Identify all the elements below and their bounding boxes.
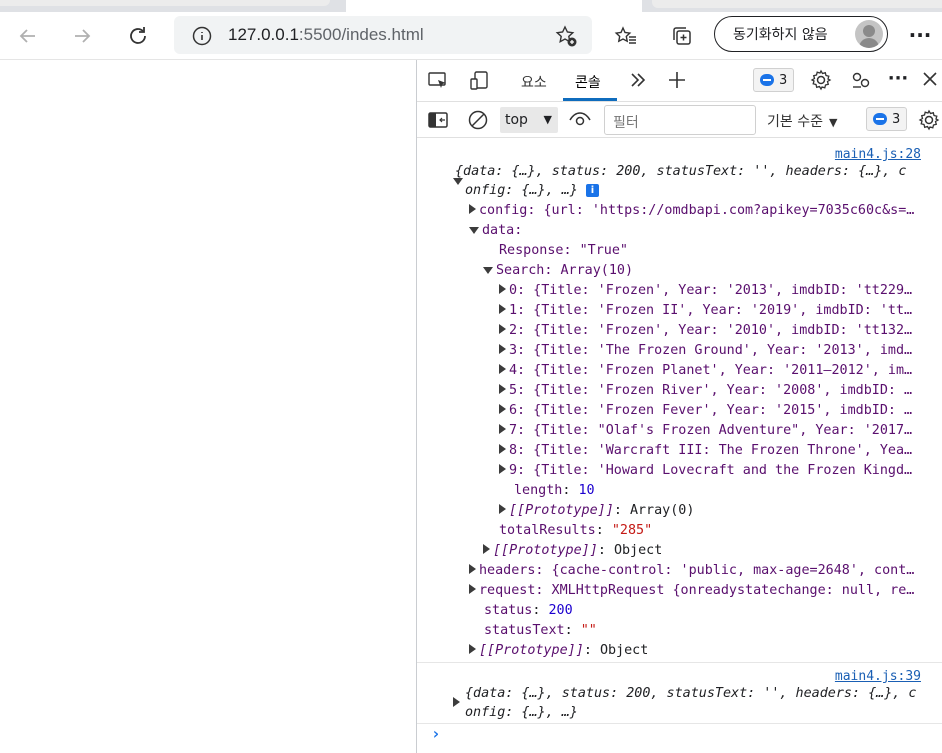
list-item[interactable]: 4: {Title: 'Frozen Planet', Year: '2011–… — [499, 361, 942, 381]
list-item[interactable]: 2: {Title: 'Frozen', Year: '2010', imdbI… — [499, 321, 942, 341]
info-icon[interactable] — [192, 26, 212, 50]
list-item[interactable]: 3: {Title: 'The Frozen Ground', Year: '2… — [499, 341, 942, 361]
expand-arrow-icon — [499, 304, 506, 314]
tree-row-search[interactable]: Search: Array(10) — [483, 261, 942, 281]
chevron-down-icon: ▼ — [828, 116, 838, 129]
refresh-icon[interactable] — [122, 20, 154, 52]
tab-elements[interactable]: 요소 — [521, 72, 547, 92]
close-devtools-icon[interactable] — [921, 70, 939, 88]
issues-count-badge[interactable]: 3 — [866, 107, 908, 131]
list-item[interactable]: 5: {Title: 'Frozen River', Year: '2008',… — [499, 381, 942, 401]
devtools-tabbar: 요소 콘솔 3 ··· — [417, 60, 942, 102]
forward-icon[interactable] — [66, 20, 98, 52]
log-separator — [417, 723, 942, 724]
back-icon[interactable] — [12, 20, 44, 52]
add-favorite-icon[interactable] — [554, 24, 578, 52]
clear-console-icon[interactable] — [467, 109, 489, 131]
live-expression-eye-icon[interactable] — [568, 109, 592, 131]
devtools-panel: 요소 콘솔 3 ··· top ▼ 필터 기본 수준 ▼ 3 main4.js:… — [416, 60, 942, 753]
tab-console[interactable]: 콘솔 — [575, 72, 601, 92]
console-prompt[interactable]: › — [431, 724, 441, 744]
log-summary[interactable]: onfig: {…}, …} — [465, 703, 942, 723]
tree-row-length: length: 10 — [514, 483, 595, 498]
more-options-icon[interactable]: ··· — [908, 20, 932, 50]
log-separator — [417, 662, 942, 663]
console-toolbar: top ▼ 필터 기본 수준 ▼ 3 — [417, 102, 942, 138]
expand-arrow-icon — [499, 464, 506, 474]
expand-arrow-icon — [469, 584, 476, 594]
inspect-element-icon[interactable] — [427, 70, 449, 92]
info-icon: i — [585, 184, 599, 197]
expand-arrow-icon — [469, 204, 476, 214]
log-summary[interactable]: onfig: {…}, …} i — [465, 181, 942, 201]
tree-row-config[interactable]: config: {url: 'https://omdbapi.com?apike… — [469, 201, 942, 221]
favorites-icon[interactable] — [610, 20, 642, 52]
profile-sync-button[interactable]: 동기화하지 않음 — [714, 16, 888, 52]
browser-toolbar: 127.0.0.1:5500/indes.html 동기화하지 않음 ··· — [0, 12, 942, 60]
tree-row-response: Response: "True" — [499, 243, 628, 258]
address-bar[interactable]: 127.0.0.1:5500/indes.html — [174, 16, 592, 54]
expand-arrow-icon — [483, 267, 493, 274]
filter-input[interactable]: 필터 — [604, 105, 756, 135]
browser-tab-inactive[interactable] — [0, 0, 330, 6]
tree-row-total-results: totalResults: "285" — [499, 523, 653, 538]
expand-arrow-icon — [469, 564, 476, 574]
expand-arrow-icon — [499, 364, 506, 374]
tree-row-prototype[interactable]: [[Prototype]]: Object — [469, 641, 942, 661]
active-tab-indicator — [563, 98, 617, 101]
console-settings-gear-icon[interactable] — [918, 109, 940, 131]
tree-row-prototype[interactable]: [[Prototype]]: Object — [483, 541, 942, 561]
tree-row-headers[interactable]: headers: {cache-control: 'public, max-ag… — [469, 561, 942, 581]
message-icon — [760, 74, 774, 86]
devtools-more-icon[interactable]: ··· — [887, 68, 909, 89]
browser-tab-active[interactable] — [346, 0, 642, 12]
browser-tab-inactive[interactable] — [652, 0, 942, 8]
list-item[interactable]: 8: {Title: 'Warcraft III: The Frozen Thr… — [499, 441, 942, 461]
more-tabs-icon[interactable] — [629, 71, 647, 89]
log-summary[interactable]: {data: {…}, status: 200, statusText: '',… — [465, 684, 942, 704]
expand-arrow-icon — [483, 544, 490, 554]
connect-icon[interactable] — [850, 69, 872, 91]
tree-row-prototype[interactable]: [[Prototype]]: Array(0) — [499, 501, 942, 521]
context-selector[interactable]: top ▼ — [500, 107, 558, 133]
list-item[interactable]: 6: {Title: 'Frozen Fever', Year: '2015',… — [499, 401, 942, 421]
expand-arrow-icon — [499, 404, 506, 414]
list-item[interactable]: 7: {Title: "Olaf's Frozen Adventure", Ye… — [499, 421, 942, 441]
collections-icon[interactable] — [666, 20, 698, 52]
expand-arrow-icon — [469, 644, 476, 654]
expand-arrow-icon — [499, 504, 506, 514]
expand-arrow-icon — [499, 384, 506, 394]
avatar — [855, 20, 883, 48]
tree-row-status: status: 200 — [484, 603, 573, 618]
url-text[interactable]: 127.0.0.1:5500/indes.html — [228, 25, 424, 45]
sidebar-toggle-icon[interactable] — [427, 109, 449, 131]
message-count-badge[interactable]: 3 — [753, 68, 795, 92]
console-output: main4.js:28 {data: {…}, status: 200, sta… — [417, 139, 942, 753]
expand-arrow-icon — [499, 284, 506, 294]
expand-arrow-icon — [499, 344, 506, 354]
chevron-down-icon: ▼ — [543, 113, 552, 126]
log-level-dropdown[interactable]: 기본 수준 ▼ — [767, 111, 837, 131]
expand-arrow-icon — [499, 444, 506, 454]
add-tab-icon[interactable] — [667, 70, 687, 90]
log-summary: {data: {…}, status: 200, statusText: '',… — [455, 164, 907, 179]
list-item[interactable]: 0: {Title: 'Frozen', Year: '2013', imdbI… — [499, 281, 942, 301]
tree-row-status-text: statusText: "" — [484, 623, 597, 638]
expand-arrow-icon — [499, 424, 506, 434]
tree-row-data[interactable]: data: — [469, 221, 942, 241]
sync-label: 동기화하지 않음 — [733, 27, 828, 43]
settings-gear-icon[interactable] — [810, 69, 832, 91]
message-icon — [873, 113, 887, 125]
expand-arrow-icon — [469, 227, 479, 234]
device-emulation-icon[interactable] — [469, 70, 491, 92]
tree-row-request[interactable]: request: XMLHttpRequest {onreadystatecha… — [469, 581, 942, 601]
expand-arrow-icon — [499, 324, 506, 334]
list-item[interactable]: 1: {Title: 'Frozen II', Year: '2019', im… — [499, 301, 942, 321]
list-item[interactable]: 9: {Title: 'Howard Lovecraft and the Fro… — [499, 461, 942, 481]
tab-strip — [0, 0, 942, 12]
